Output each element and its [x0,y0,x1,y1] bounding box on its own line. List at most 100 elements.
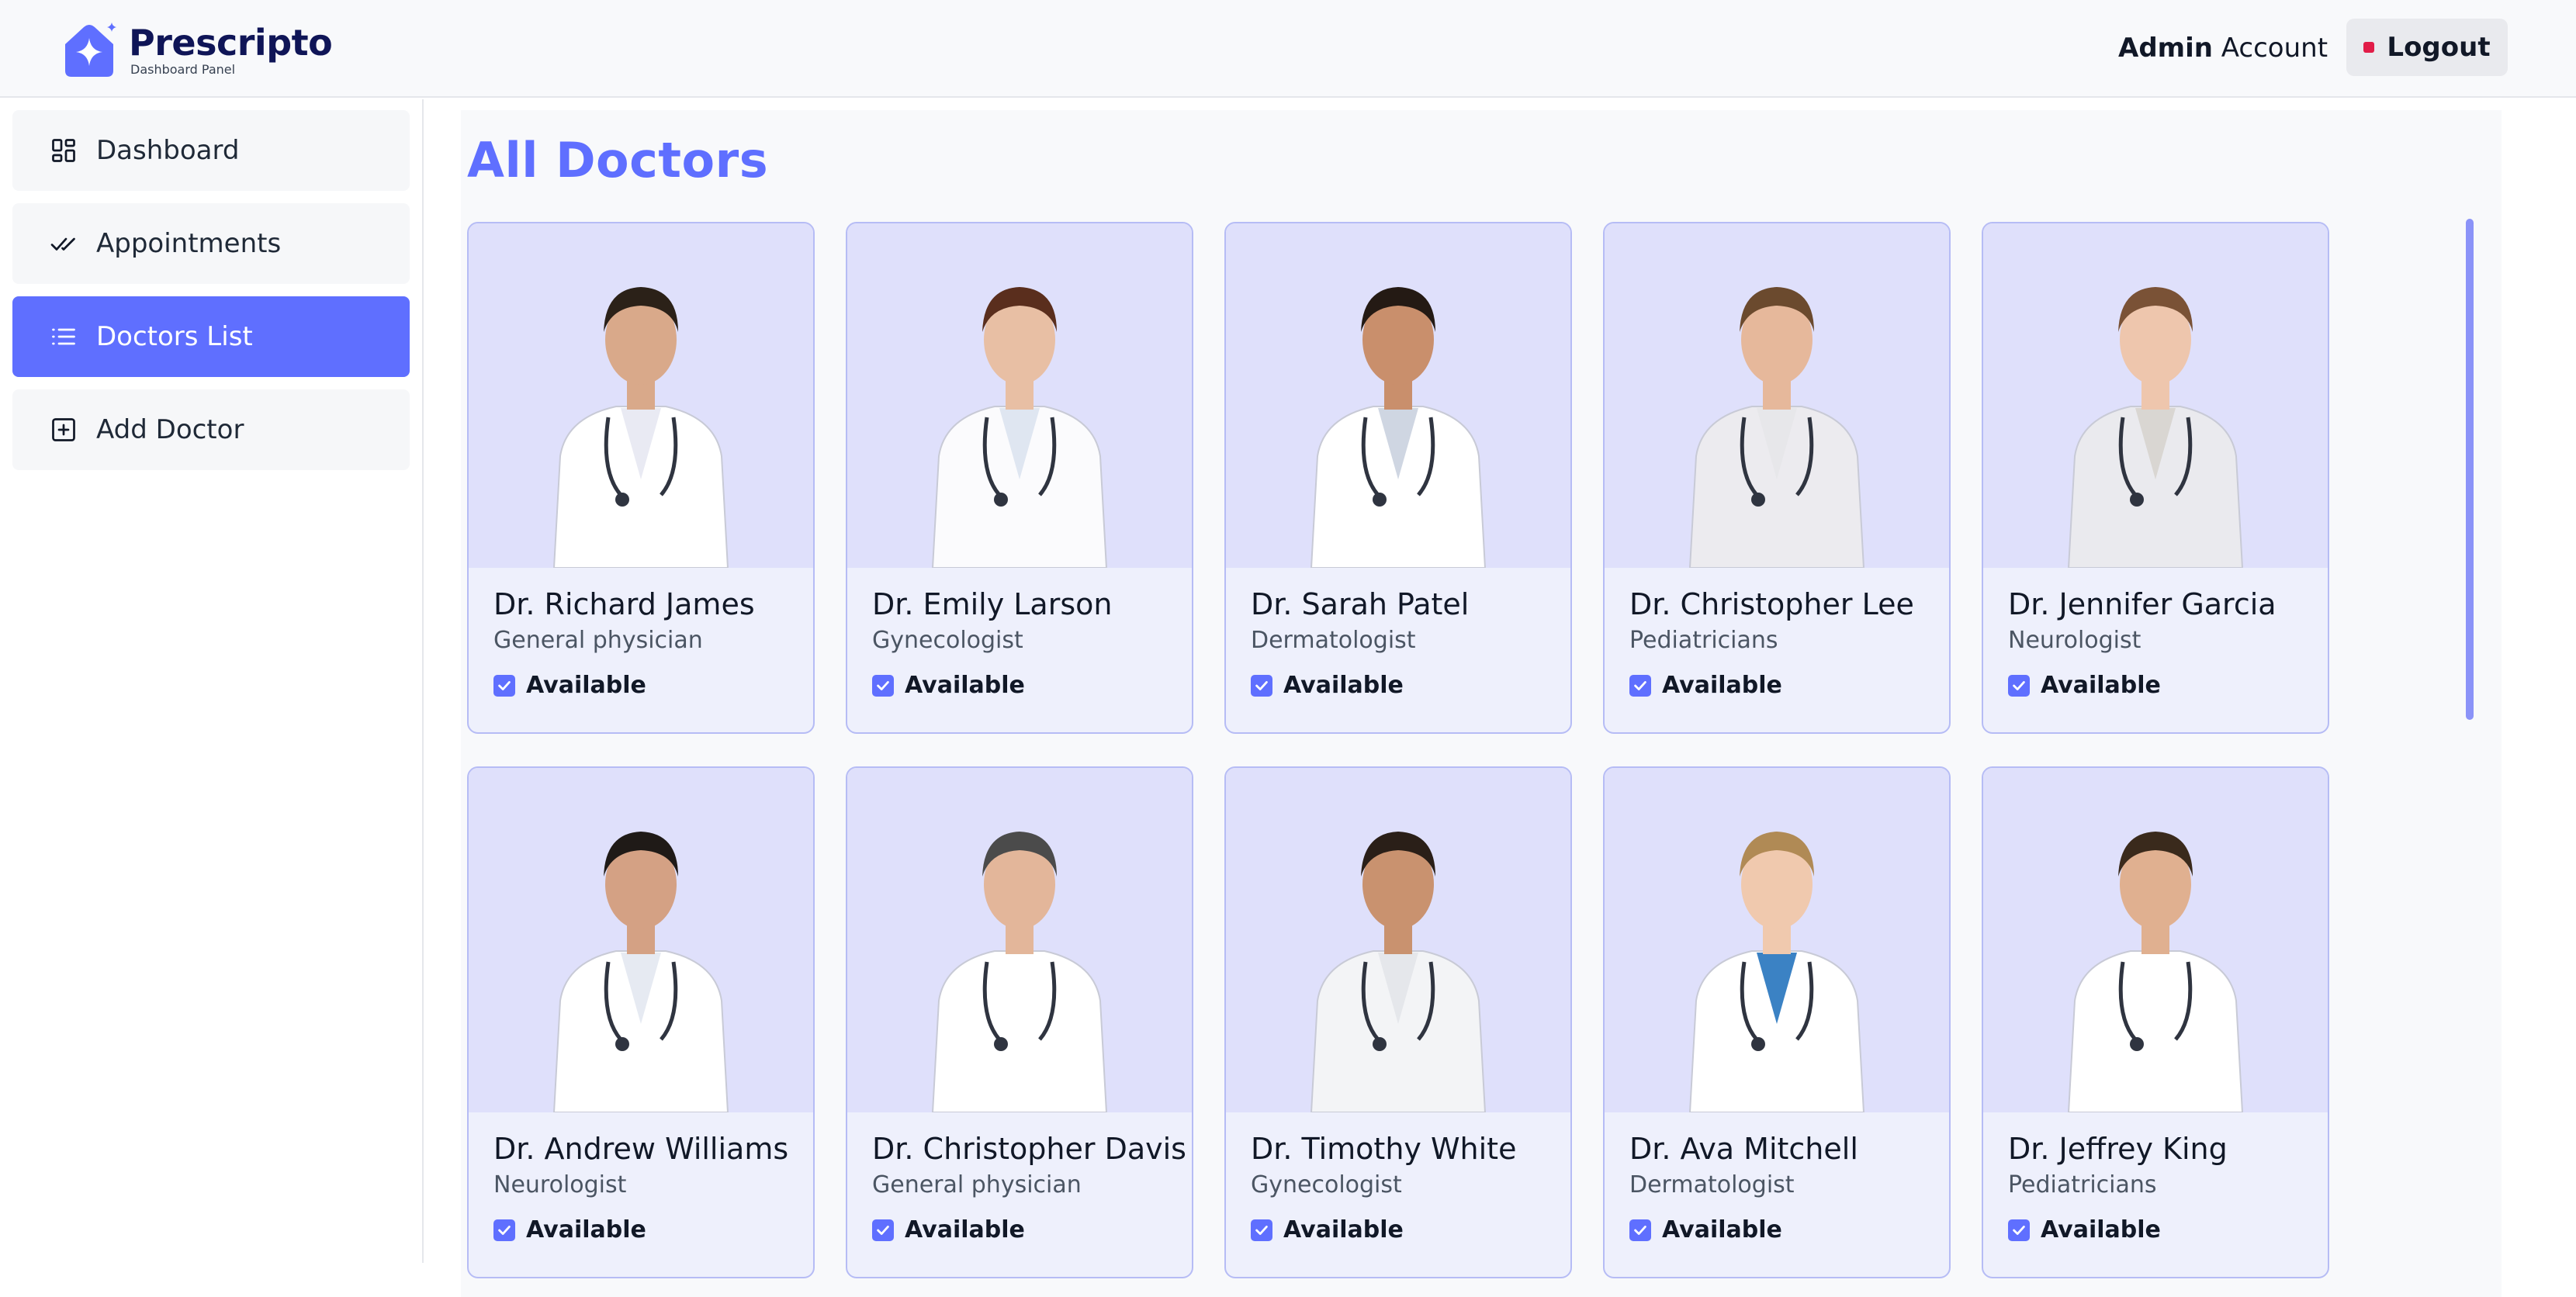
sparkle-house-icon [61,21,118,78]
doctor-card[interactable]: Dr. Emily Larson Gynecologist Available [846,222,1193,734]
availability-row: Available [1629,672,1941,699]
doctor-card[interactable]: Dr. Timothy White Gynecologist Available [1224,766,1572,1278]
availability-checkbox[interactable] [872,1219,894,1241]
checkmark-icon [1255,680,1268,690]
doctor-card[interactable]: Dr. Richard James General physician Availa… [467,222,815,734]
availability-row: Available [493,1216,805,1243]
top-bar: Prescripto Dashboard Panel Admin Account… [0,0,2576,98]
doctor-photo [1983,223,2328,568]
scrollbar[interactable] [2466,219,2474,720]
logout-label: Logout [2387,32,2491,63]
availability-label: Available [1283,1216,1404,1243]
doctor-photo [847,768,1192,1112]
doctor-portrait-icon [1688,832,1865,1112]
availability-label: Available [1662,672,1782,699]
sidebar-item-label: Doctors List [96,321,253,352]
doctor-speciality: Pediatricians [2008,1171,2157,1198]
doctor-speciality: Gynecologist [872,627,1023,654]
sidebar-item-doctors-list[interactable]: Doctors List [12,296,410,377]
checkmark-icon [877,680,889,690]
checkmark-icon [498,1225,511,1235]
doctor-name: Dr. Timothy White [1251,1132,1517,1166]
doctor-card[interactable]: Dr. Christopher Davis General physician Av… [846,766,1193,1278]
availability-checkbox[interactable] [2008,674,2030,697]
doctor-portrait-icon [1310,287,1487,568]
doctor-card[interactable]: Dr. Jeffrey King Pediatricians Available [1982,766,2329,1278]
availability-label: Available [2041,1216,2161,1243]
doctor-photo [469,223,813,568]
availability-label: Available [526,1216,646,1243]
doctor-card[interactable]: Dr. Sarah Patel Dermatologist Available [1224,222,1572,734]
checkmark-icon [1255,1225,1268,1235]
doctor-card[interactable]: Dr. Andrew Williams Neurologist Available [467,766,815,1278]
sidebar-item-label: Appointments [96,228,282,259]
doctor-speciality: Dermatologist [1251,627,1416,654]
doctor-name: Dr. Ava Mitchell [1629,1132,1858,1166]
availability-checkbox[interactable] [1251,674,1272,697]
availability-checkbox[interactable] [1251,1219,1272,1241]
doctor-speciality: Neurologist [493,1171,627,1198]
brand-name: Prescripto [129,22,333,64]
doctor-photo [469,768,813,1112]
availability-label: Available [1662,1216,1782,1243]
brand-logo[interactable]: Prescripto Dashboard Panel [61,20,333,79]
brand-subtitle: Dashboard Panel [130,62,236,77]
logout-button[interactable]: Logout [2346,19,2508,76]
checkmark-icon [877,1225,889,1235]
availability-row: Available [1629,1216,1941,1243]
doctor-card[interactable]: Dr. Christopher Lee Pediatricians Availabl… [1603,222,1951,734]
account-word: Account [2212,33,2328,64]
doctor-name: Dr. Andrew Williams [493,1132,789,1166]
availability-checkbox[interactable] [2008,1219,2030,1241]
doctor-portrait-icon [1688,287,1865,568]
availability-label: Available [2041,672,2161,699]
list-icon [52,328,75,345]
availability-row: Available [1251,1216,1563,1243]
sidebar-item-add-doctor[interactable]: Add Doctor [12,389,410,470]
doctor-photo [847,223,1192,568]
sidebar: Dashboard Appointments Doctors List Add … [0,99,424,1263]
double-check-icon [50,237,75,251]
checkmark-icon [2013,1225,2025,1235]
doctor-portrait-icon [931,832,1108,1112]
doctor-card[interactable]: Dr. Ava Mitchell Dermatologist Available [1603,766,1951,1278]
doctor-speciality: General physician [872,1171,1082,1198]
availability-row: Available [493,672,805,699]
doctor-portrait-icon [2067,287,2244,568]
doctor-portrait-icon [931,287,1108,568]
availability-checkbox[interactable] [493,674,515,697]
sidebar-item-appointments[interactable]: Appointments [12,203,410,284]
doctor-portrait-icon [2067,832,2244,1112]
availability-checkbox[interactable] [1629,1219,1651,1241]
availability-row: Available [1251,672,1563,699]
doctor-name: Dr. Jennifer Garcia [2008,587,2277,621]
doctor-speciality: Dermatologist [1629,1171,1795,1198]
account-label: Admin Account [2118,29,2328,67]
page-title: All Doctors [467,132,769,188]
dashboard-icon [52,139,75,162]
availability-checkbox[interactable] [872,674,894,697]
doctor-speciality: Neurologist [2008,627,2141,654]
availability-label: Available [526,672,646,699]
doctor-name: Dr. Jeffrey King [2008,1132,2228,1166]
account-role: Admin [2118,33,2213,64]
doctor-name: Dr. Sarah Patel [1251,587,1470,621]
doctor-portrait-icon [552,832,729,1112]
doctor-portrait-icon [552,287,729,568]
checkmark-icon [498,680,511,690]
availability-row: Available [872,1216,1184,1243]
sidebar-item-dashboard[interactable]: Dashboard [12,110,410,191]
doctor-photo [1226,223,1570,568]
doctor-card[interactable]: Dr. Jennifer Garcia Neurologist Available [1982,222,2329,734]
checkmark-icon [1634,1225,1646,1235]
doctor-speciality: Pediatricians [1629,627,1778,654]
logout-dot-icon [2363,42,2375,53]
doctors-grid: Dr. Richard James General physician Availa… [467,222,2339,1292]
availability-checkbox[interactable] [493,1219,515,1241]
doctor-photo [1983,768,2328,1112]
doctor-photo [1226,768,1570,1112]
plus-square-icon [52,418,75,441]
availability-checkbox[interactable] [1629,674,1651,697]
checkmark-icon [1634,680,1646,690]
availability-label: Available [905,1216,1025,1243]
